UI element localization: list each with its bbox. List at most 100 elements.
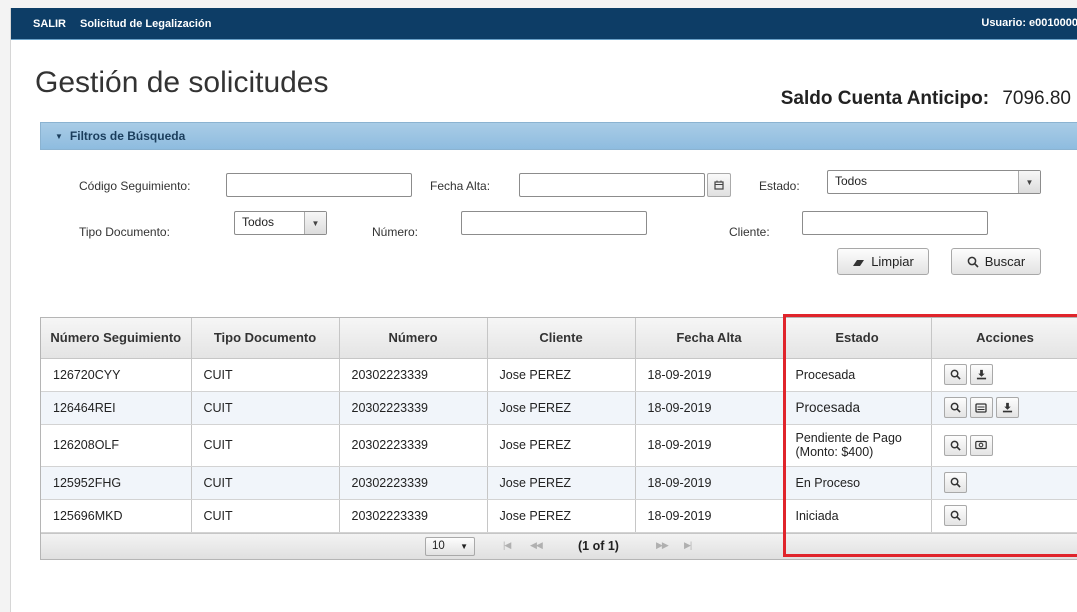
estado-select[interactable]: Todos ▼ xyxy=(827,170,1041,194)
download-button[interactable] xyxy=(995,397,1019,418)
tipo-select-value: Todos xyxy=(242,215,275,229)
money-icon xyxy=(975,440,987,450)
header-acciones: Acciones xyxy=(931,318,1077,359)
estado-select-value: Todos xyxy=(835,174,868,188)
collapse-triangle-icon: ▼ xyxy=(55,131,63,141)
magnifier-icon xyxy=(950,440,961,451)
estado-text: Procesada xyxy=(795,367,856,382)
view-button[interactable] xyxy=(943,505,967,526)
last-page-icon[interactable]: ▶| xyxy=(684,540,692,551)
cell-cliente: Jose PEREZ xyxy=(487,424,636,467)
numero-label: Número: xyxy=(372,225,419,239)
header-estado[interactable]: Estado xyxy=(783,318,932,359)
limpiar-label: Limpiar xyxy=(871,254,914,269)
cell-cliente: Jose PEREZ xyxy=(487,358,636,392)
saldo-display: Saldo Cuenta Anticipo: 7096.80 xyxy=(781,88,1071,110)
tipo-documento-select[interactable]: Todos ▼ xyxy=(234,211,327,235)
first-page-icon[interactable]: |◀ xyxy=(503,540,511,551)
cliente-input[interactable] xyxy=(802,211,988,235)
cell-cliente: Jose PEREZ xyxy=(487,499,636,533)
limpiar-button[interactable]: Limpiar xyxy=(837,248,929,275)
download-button[interactable] xyxy=(969,364,993,385)
cell-tipo: CUIT xyxy=(191,424,340,467)
estado-monto: (Monto: $400) xyxy=(795,445,874,459)
download-icon xyxy=(1002,402,1012,413)
prev-page-icon[interactable]: ◀◀ xyxy=(530,540,543,551)
saldo-value: 7096.80 xyxy=(1002,88,1071,109)
cell-fecha: 18-09-2019 xyxy=(635,358,784,392)
cell-acciones xyxy=(931,466,1077,500)
salir-link[interactable]: SALIR xyxy=(33,18,66,30)
buscar-button[interactable]: Buscar xyxy=(951,248,1041,275)
solicitudes-table: Número Seguimiento Tipo Documento Número… xyxy=(40,317,1077,560)
chevron-down-icon: ▼ xyxy=(460,541,468,551)
magnifier-icon xyxy=(950,369,961,380)
cell-estado: Procesada xyxy=(783,358,932,392)
cell-numero: 20302223339 xyxy=(339,391,488,425)
view-button[interactable] xyxy=(943,364,967,385)
view-button[interactable] xyxy=(943,472,967,493)
header-tipo-documento[interactable]: Tipo Documento xyxy=(191,318,340,359)
cell-tipo: CUIT xyxy=(191,499,340,533)
header-numero-seguimiento[interactable]: Número Seguimiento xyxy=(41,318,192,359)
cell-cliente: Jose PEREZ xyxy=(487,391,636,425)
cell-fecha: 18-09-2019 xyxy=(635,499,784,533)
filters-panel-title: Filtros de Búsqueda xyxy=(69,129,186,143)
cell-numero: 20302223339 xyxy=(339,499,488,533)
table-row[interactable]: 126464REI CUIT 20302223339 Jose PEREZ 18… xyxy=(41,391,1077,425)
codigo-input[interactable] xyxy=(226,173,412,197)
fecha-input[interactable] xyxy=(519,173,705,197)
table-row[interactable]: 126720CYY CUIT 20302223339 Jose PEREZ 18… xyxy=(41,358,1077,392)
cell-acciones xyxy=(931,424,1077,467)
document-button[interactable] xyxy=(969,397,993,418)
cell-numero: 20302223339 xyxy=(339,424,488,467)
header-fecha-alta[interactable]: Fecha Alta xyxy=(635,318,784,359)
magnifier-icon xyxy=(950,477,961,488)
cell-acciones xyxy=(931,499,1077,533)
estado-text: Procesada xyxy=(795,399,861,415)
next-page-icon[interactable]: ▶▶ xyxy=(656,540,669,551)
pay-button[interactable] xyxy=(969,434,993,456)
document-icon xyxy=(975,402,987,413)
filters-panel-header[interactable]: ▼ Filtros de Búsqueda xyxy=(40,122,1077,150)
app-frame: SALIR Solicitud de Legalización Usuario:… xyxy=(10,8,1077,612)
estado-text: Iniciada xyxy=(795,508,839,523)
header-numero[interactable]: Número xyxy=(339,318,488,359)
user-label: Usuario: e0010000 xyxy=(981,17,1077,29)
paginator: 10 ▼ |◀ ◀◀ (1 of 1) ▶▶ ▶| xyxy=(41,532,1077,559)
calendar-icon xyxy=(714,180,724,190)
numero-input[interactable] xyxy=(461,211,647,235)
cell-seguimiento: 126208OLF xyxy=(41,424,192,467)
view-button[interactable] xyxy=(943,397,967,418)
table-row[interactable]: 125952FHG CUIT 20302223339 Jose PEREZ 18… xyxy=(41,466,1077,500)
cell-seguimiento: 125696MKD xyxy=(41,499,192,533)
page-report: (1 of 1) xyxy=(578,538,619,553)
tipo-documento-label: Tipo Documento: xyxy=(79,225,170,239)
view-button[interactable] xyxy=(943,434,967,456)
calendar-button[interactable] xyxy=(707,173,731,197)
estado-text: Pendiente de Pago xyxy=(795,431,902,445)
cell-tipo: CUIT xyxy=(191,358,340,392)
cell-numero: 20302223339 xyxy=(339,466,488,500)
table-row[interactable]: 125696MKD CUIT 20302223339 Jose PEREZ 18… xyxy=(41,499,1077,533)
cell-fecha: 18-09-2019 xyxy=(635,391,784,425)
chevron-down-icon[interactable]: ▼ xyxy=(304,212,326,234)
cell-cliente: Jose PEREZ xyxy=(487,466,636,500)
page-title: Gestión de solicitudes xyxy=(35,66,329,99)
chevron-down-icon[interactable]: ▼ xyxy=(1018,171,1040,193)
saldo-label: Saldo Cuenta Anticipo: xyxy=(780,88,990,109)
table-header-row: Número Seguimiento Tipo Documento Número… xyxy=(41,318,1077,359)
cell-estado: Pendiente de Pago (Monto: $400) xyxy=(783,424,932,467)
magnifier-icon xyxy=(950,402,961,413)
header-cliente[interactable]: Cliente xyxy=(487,318,636,359)
app-title[interactable]: Solicitud de Legalización xyxy=(80,18,211,30)
cell-tipo: CUIT xyxy=(191,391,340,425)
cell-estado: Procesada xyxy=(783,391,932,425)
rows-per-page-value: 10 xyxy=(432,540,445,552)
rows-per-page-select[interactable]: 10 ▼ xyxy=(425,536,475,556)
table-row[interactable]: 126208OLF CUIT 20302223339 Jose PEREZ 18… xyxy=(41,424,1077,467)
cell-acciones xyxy=(931,391,1077,425)
estado-label: Estado: xyxy=(759,179,800,193)
codigo-label: Código Seguimiento: xyxy=(79,179,191,193)
cell-seguimiento: 125952FHG xyxy=(41,466,192,500)
